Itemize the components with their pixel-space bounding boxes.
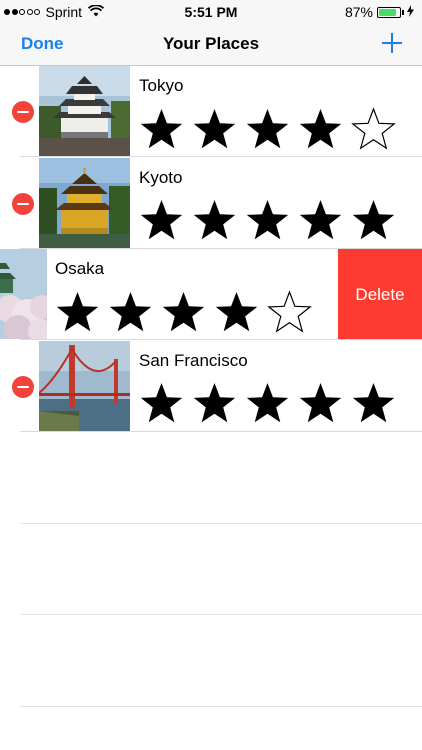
empty-row-separator [20, 705, 422, 707]
star-empty-icon[interactable] [267, 289, 320, 335]
add-place-button[interactable] [382, 29, 402, 57]
star-filled-icon[interactable] [298, 106, 351, 152]
places-table: Tokyo Kyoto Osaka Delete San Francisco [0, 66, 422, 750]
star-filled-icon[interactable] [214, 289, 267, 335]
row-separator [20, 430, 422, 432]
delete-button[interactable]: Delete [338, 249, 422, 340]
star-filled-icon[interactable] [161, 289, 214, 335]
battery-icon [377, 6, 401, 18]
star-filled-icon[interactable] [245, 198, 298, 244]
table-row[interactable]: Kyoto [0, 157, 422, 249]
delete-control-icon[interactable] [12, 101, 34, 123]
battery-percentage: 87% [344, 4, 373, 20]
empty-row-separator [20, 522, 422, 524]
table-row[interactable]: Osaka Delete [0, 249, 422, 340]
row-content: Kyoto [0, 157, 422, 249]
star-filled-icon[interactable] [245, 106, 298, 152]
star-filled-icon[interactable] [192, 198, 245, 244]
star-empty-icon[interactable] [351, 106, 404, 152]
star-filled-icon[interactable] [298, 198, 351, 244]
star-filled-icon[interactable] [192, 106, 245, 152]
table-row[interactable]: San Francisco [0, 340, 422, 432]
star-rating[interactable] [139, 106, 404, 152]
delete-control-icon[interactable] [12, 192, 34, 215]
place-name: Osaka [55, 259, 105, 278]
battery-tip [402, 9, 404, 15]
star-filled-icon[interactable] [298, 381, 351, 427]
row-content: Tokyo [0, 66, 422, 157]
star-filled-icon[interactable] [192, 381, 245, 427]
row-content: San Francisco [0, 340, 422, 432]
delete-control-icon[interactable] [12, 375, 34, 398]
place-name: Kyoto [139, 167, 183, 187]
star-filled-icon[interactable] [245, 381, 298, 427]
star-rating[interactable] [139, 198, 404, 244]
place-photo [39, 66, 130, 156]
place-photo [0, 249, 47, 339]
place-photo [39, 340, 130, 431]
star-rating[interactable] [55, 289, 320, 335]
star-rating[interactable] [139, 381, 404, 427]
star-filled-icon[interactable] [351, 198, 404, 244]
battery-fill [379, 8, 397, 16]
status-bar: Sprint 5:51 PM 87% [0, 0, 422, 24]
empty-row-separator [20, 614, 422, 615]
star-filled-icon[interactable] [351, 381, 404, 427]
navigation-bar: Done Your Places [0, 24, 422, 66]
star-filled-icon[interactable] [55, 289, 108, 335]
done-button[interactable]: Done [21, 34, 64, 54]
star-filled-icon[interactable] [139, 198, 192, 244]
place-photo [39, 157, 130, 248]
place-name: Tokyo [139, 76, 184, 95]
place-name: San Francisco [139, 350, 248, 370]
star-filled-icon[interactable] [139, 106, 192, 152]
status-right: 87% [345, 4, 414, 20]
star-filled-icon[interactable] [139, 381, 192, 427]
table-row[interactable]: Tokyo [0, 66, 422, 157]
charging-bolt-icon [407, 4, 414, 20]
star-filled-icon[interactable] [108, 289, 161, 335]
